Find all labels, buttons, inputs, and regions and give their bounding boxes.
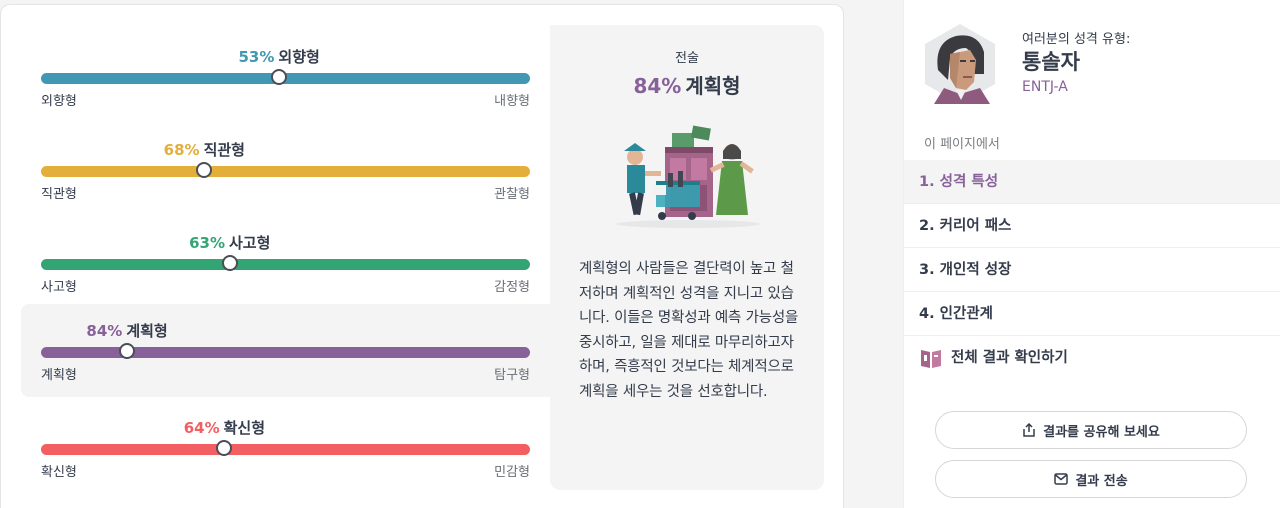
trait-right-label: 탐구형: [494, 368, 530, 383]
trait-title: 53% 외향형: [238, 46, 319, 67]
commander-avatar: [925, 24, 995, 104]
description-title: 84% 계획형: [550, 70, 824, 99]
trait-percent: 68%: [163, 141, 200, 159]
description-percent: 84%: [633, 74, 682, 98]
trait-percent: 64%: [183, 419, 220, 437]
trait-title: 84% 계획형: [86, 320, 167, 341]
trait-slider-knob[interactable]: [216, 440, 233, 456]
nav-item-personality-traits[interactable]: 1. 성격 특성: [904, 160, 1280, 204]
trait-name: 사고형: [229, 234, 271, 252]
trait-name: 외향형: [278, 48, 320, 66]
trait-slider-knob[interactable]: [196, 162, 213, 178]
trait-row-intuitive[interactable]: 68% 직관형 직관형 관찰형: [21, 131, 550, 224]
nav-item-career-path[interactable]: 2. 커리어 패스: [904, 204, 1280, 248]
personality-type-name: 통솔자: [1022, 50, 1080, 74]
trait-title: 64% 확신형: [184, 417, 265, 438]
send-results-button[interactable]: 결과 전송: [935, 460, 1247, 498]
share-results-button[interactable]: 결과를 공유해 보세요: [935, 411, 1247, 449]
trait-slider-knob[interactable]: [221, 255, 238, 271]
trait-percent: 63%: [189, 234, 225, 252]
trait-slider-knob[interactable]: [119, 343, 136, 359]
trait-left-label: 계획형: [41, 368, 77, 383]
description-subtitle: 전술: [675, 51, 699, 66]
nav-item-all-results[interactable]: 전체 결과 확인하기: [904, 336, 1280, 380]
trait-row-assertive[interactable]: 64% 확신형 확신형 민감형: [21, 409, 550, 502]
trait-name: 확신형: [223, 419, 266, 437]
trait-right-label: 감정형: [494, 280, 530, 295]
description-text: 계획형의 사람들은 결단력이 높고 철저하며 계획적인 성격을 지니고 있습니다…: [579, 261, 799, 400]
share-button-label: 결과를 공유해 보세요: [1043, 424, 1160, 440]
trait-description-panel: 전술 84% 계획형 계획형의 사람들은 결단력이 높고 철저하며 계획적인 성…: [550, 25, 824, 490]
traits-card: 53% 외향형 외향형 내향형 68% 직관형 직관형 관찰형 63% 사고형 사고형…: [0, 4, 844, 508]
trait-right-label: 관찰형: [494, 187, 530, 202]
book-icon: [921, 350, 941, 368]
trait-bar: [41, 259, 530, 270]
trait-right-label: 내향형: [494, 94, 530, 109]
trait-bar: [41, 444, 530, 455]
personality-type-code: ENTJ-A: [1022, 79, 1068, 95]
page: 53% 외향형 외향형 내향형 68% 직관형 직관형 관찰형 63% 사고형 사고형…: [0, 0, 1280, 508]
trait-percent: 84%: [86, 322, 123, 340]
personality-type-label: 여러분의 성격 유형:: [1022, 32, 1131, 47]
trait-left-label: 외향형: [41, 94, 77, 109]
on-this-page-heading: 이 페이지에서: [924, 137, 1000, 152]
shopping-cart-traders-illustration: [616, 125, 760, 228]
trait-title: 63% 사고형: [189, 232, 270, 253]
sidebar: 여러분의 성격 유형: 통솔자 ENTJ-A 이 페이지에서 1. 성격 특성 …: [903, 0, 1280, 508]
trait-slider-knob[interactable]: [271, 69, 288, 85]
send-button-label: 결과 전송: [1075, 473, 1128, 489]
trait-row-judging[interactable]: 84% 계획형 계획형 탐구형: [21, 304, 581, 397]
trait-percent: 53%: [238, 48, 275, 66]
trait-title: 68% 직관형: [164, 139, 245, 160]
section-nav: 1. 성격 특성 2. 커리어 패스 3. 개인적 성장 4. 인간관계 전체 …: [904, 160, 1280, 380]
trait-bar: [41, 166, 530, 177]
trait-name: 계획형: [126, 322, 168, 340]
trait-left-label: 직관형: [41, 187, 77, 202]
share-icon: [1023, 423, 1035, 437]
description-trait: 계획형: [685, 74, 741, 98]
trait-name: 직관형: [203, 141, 245, 159]
trait-bar: [41, 347, 530, 358]
all-results-label: 전체 결과 확인하기: [951, 350, 1068, 366]
trait-right-label: 민감형: [494, 465, 530, 480]
trait-left-label: 확신형: [41, 465, 77, 480]
nav-item-personal-growth[interactable]: 3. 개인적 성장: [904, 248, 1280, 292]
mail-icon: [1054, 473, 1069, 485]
nav-item-relationships[interactable]: 4. 인간관계: [904, 292, 1280, 336]
trait-row-extraverted[interactable]: 53% 외향형 외향형 내향형: [21, 38, 550, 131]
trait-left-label: 사고형: [41, 280, 77, 295]
